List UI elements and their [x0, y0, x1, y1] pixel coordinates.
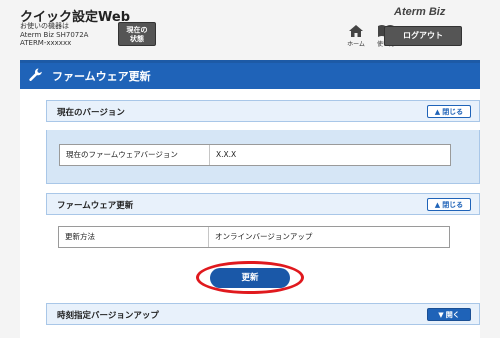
section-firmware-update-body: 更新方法 オンラインバージョンアップ: [46, 216, 480, 258]
update-method-label: 更新方法: [59, 227, 209, 247]
expand-label: 開く: [445, 311, 460, 319]
chevron-up-icon: ▲: [434, 108, 441, 116]
firmware-panel: ファームウェア更新 現在のバージョン ▲ 閉じる 現在のファームウェアバージョン …: [20, 60, 480, 338]
panel-title-bar: ファームウェア更新: [20, 63, 480, 89]
device-info: お使いの機器は Aterm Biz SH7072A ATERM-xxxxxx: [20, 22, 88, 48]
section-title: 時刻指定バージョンアップ: [57, 311, 159, 321]
status-button-line-2: 状態: [130, 35, 144, 43]
panel-title: ファームウェア更新: [52, 70, 151, 83]
current-status-button[interactable]: 現在の 状態: [118, 22, 156, 46]
update-method-value: オンラインバージョンアップ: [215, 232, 313, 241]
home-label: ホーム: [347, 41, 365, 48]
current-version-row: 現在のファームウェアバージョン X.X.X: [59, 144, 451, 166]
device-model: Aterm Biz SH7072A: [20, 30, 89, 39]
logout-button[interactable]: ログアウト: [384, 26, 462, 46]
section-title: ファームウェア更新: [57, 201, 134, 211]
collapse-button[interactable]: ▲ 閉じる: [427, 198, 471, 211]
section-current-version-body: 現在のファームウェアバージョン X.X.X: [46, 130, 480, 184]
brand-logo: Aterm Biz: [394, 6, 446, 18]
collapse-label: 閉じる: [442, 201, 464, 209]
device-id: ATERM-xxxxxx: [20, 39, 72, 47]
header: クイック設定Web お使いの機器は Aterm Biz SH7072A ATER…: [0, 0, 500, 58]
chevron-down-icon: ▼: [438, 311, 444, 319]
device-info-line: お使いの機器は: [20, 22, 69, 30]
collapse-label: 閉じる: [442, 108, 464, 116]
section-scheduled-update-header: 時刻指定バージョンアップ ▼ 開く: [46, 303, 480, 325]
status-button-line-1: 現在の: [126, 26, 148, 34]
section-current-version-header: 現在のバージョン ▲ 閉じる: [46, 100, 480, 122]
current-version-value: X.X.X: [216, 150, 237, 159]
highlight-ring: [196, 261, 304, 294]
chevron-up-icon: ▲: [434, 201, 441, 209]
update-method-row: 更新方法 オンラインバージョンアップ: [58, 226, 450, 248]
current-version-label: 現在のファームウェアバージョン: [60, 145, 210, 165]
wrench-icon: [29, 68, 42, 82]
expand-button[interactable]: ▼ 開く: [427, 308, 471, 321]
home-icon: [349, 25, 363, 37]
home-button[interactable]: ホーム: [342, 24, 370, 52]
collapse-button[interactable]: ▲ 閉じる: [427, 105, 471, 118]
section-firmware-update-header: ファームウェア更新 ▲ 閉じる: [46, 193, 480, 215]
section-title: 現在のバージョン: [57, 108, 125, 118]
